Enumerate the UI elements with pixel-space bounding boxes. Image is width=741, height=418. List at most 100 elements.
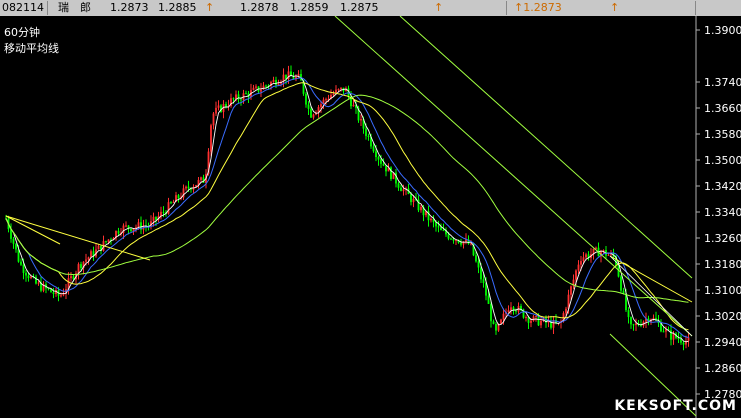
candle-body	[337, 89, 340, 91]
candle-body	[402, 189, 405, 192]
up-arrow-icon-2: ↑	[434, 1, 444, 14]
candle-body	[277, 83, 280, 86]
candle-body	[672, 333, 675, 340]
candle-body	[130, 228, 132, 232]
up-arrow-icon-3: ↑	[610, 1, 620, 14]
y-tick-label: 1.2940	[704, 336, 741, 349]
candle-body	[340, 87, 342, 90]
candle-body	[682, 342, 685, 345]
candle-body	[447, 234, 450, 239]
candle-body	[375, 151, 377, 158]
candle-body	[37, 282, 40, 284]
header-divider	[47, 1, 48, 15]
candle-body	[155, 216, 157, 220]
y-tick-label: 1.3180	[704, 258, 741, 271]
candle-body	[352, 104, 355, 107]
candle-body	[582, 257, 585, 262]
y-tick-label: 1.3740	[704, 76, 741, 89]
candle-body	[627, 310, 630, 318]
symbol-code: 082114	[2, 1, 44, 14]
candle-body	[635, 323, 637, 326]
candle-body	[310, 108, 312, 118]
candle-body	[260, 89, 262, 92]
candle-body	[97, 245, 100, 250]
candle-body	[255, 86, 257, 88]
ma-mid-line	[5, 82, 689, 331]
candle-body	[495, 323, 497, 331]
candle-body	[272, 79, 275, 83]
candle-body	[412, 198, 415, 203]
candle-body	[540, 320, 542, 326]
candle-body	[125, 225, 127, 227]
candle-body	[477, 261, 480, 268]
candle-body	[632, 324, 635, 326]
candle-body	[480, 267, 482, 280]
candle-body	[77, 264, 80, 274]
candle-body	[30, 276, 32, 279]
candle-body	[372, 146, 375, 152]
candles	[5, 65, 690, 351]
candle-body	[80, 264, 82, 268]
candle-body	[400, 187, 402, 192]
candle-body	[507, 310, 510, 312]
candle-body	[385, 165, 387, 172]
candle-body	[232, 98, 235, 100]
candle-body	[235, 94, 237, 100]
last-price-indicator: ↑1.2873	[514, 1, 562, 14]
candle-body	[630, 317, 632, 325]
price-high: 1.2885	[158, 1, 197, 14]
candle-body	[217, 105, 220, 108]
candle-body	[20, 261, 22, 265]
candle-body	[662, 331, 665, 333]
candle-body	[90, 251, 92, 258]
candle-body	[365, 128, 367, 136]
candle-body	[377, 157, 380, 160]
candle-body	[575, 270, 577, 280]
candle-body	[537, 315, 540, 326]
ma-slow-line	[5, 77, 689, 338]
quote-header-bar: 082114 瑞 郎 1.2873 1.2885 ↑ 1.2878 1.2859…	[0, 0, 741, 16]
candle-body	[452, 238, 455, 241]
candle-body	[320, 104, 322, 108]
candle-body	[500, 319, 502, 324]
candle-body	[200, 177, 202, 180]
candle-body	[15, 243, 17, 250]
candle-body	[307, 104, 310, 109]
price-last: 1.2875	[340, 1, 379, 14]
candle-body	[170, 202, 172, 204]
fan-line	[5, 215, 151, 261]
candle-body	[450, 238, 452, 240]
y-tick-label: 1.3500	[704, 154, 741, 167]
candle-body	[167, 202, 170, 214]
candle-body	[397, 183, 400, 188]
candle-body	[367, 135, 370, 137]
candle-body	[215, 107, 217, 114]
candle-body	[72, 276, 75, 280]
candle-body	[325, 99, 327, 101]
header-divider-2	[506, 1, 507, 15]
candle-body	[515, 310, 517, 312]
candle-body	[85, 259, 87, 262]
candle-body	[22, 264, 25, 273]
y-tick-label: 1.3420	[704, 180, 741, 193]
candle-body	[442, 230, 445, 232]
candle-body	[420, 206, 422, 211]
candle-body	[210, 125, 212, 152]
candle-body	[137, 222, 140, 228]
candle-body	[530, 320, 532, 323]
candle-body	[312, 114, 315, 118]
candle-body	[525, 316, 527, 318]
candle-body	[487, 295, 490, 304]
candle-body	[535, 315, 537, 317]
candle-body	[162, 211, 165, 213]
candle-body	[12, 238, 15, 244]
candle-body	[607, 254, 610, 256]
y-tick-label: 1.3020	[704, 310, 741, 323]
y-tick-label: 1.3580	[704, 128, 741, 141]
candle-body	[585, 254, 587, 258]
candlestick-chart[interactable]: 1.3900 1.3740 1.3660 1.3580 1.3500 1.3420 1.33…	[0, 16, 741, 418]
y-tick-label: 1.2860	[704, 362, 741, 375]
candle-body	[52, 292, 55, 294]
candle-body	[460, 242, 462, 245]
y-tick-label: 1.3660	[704, 102, 741, 115]
